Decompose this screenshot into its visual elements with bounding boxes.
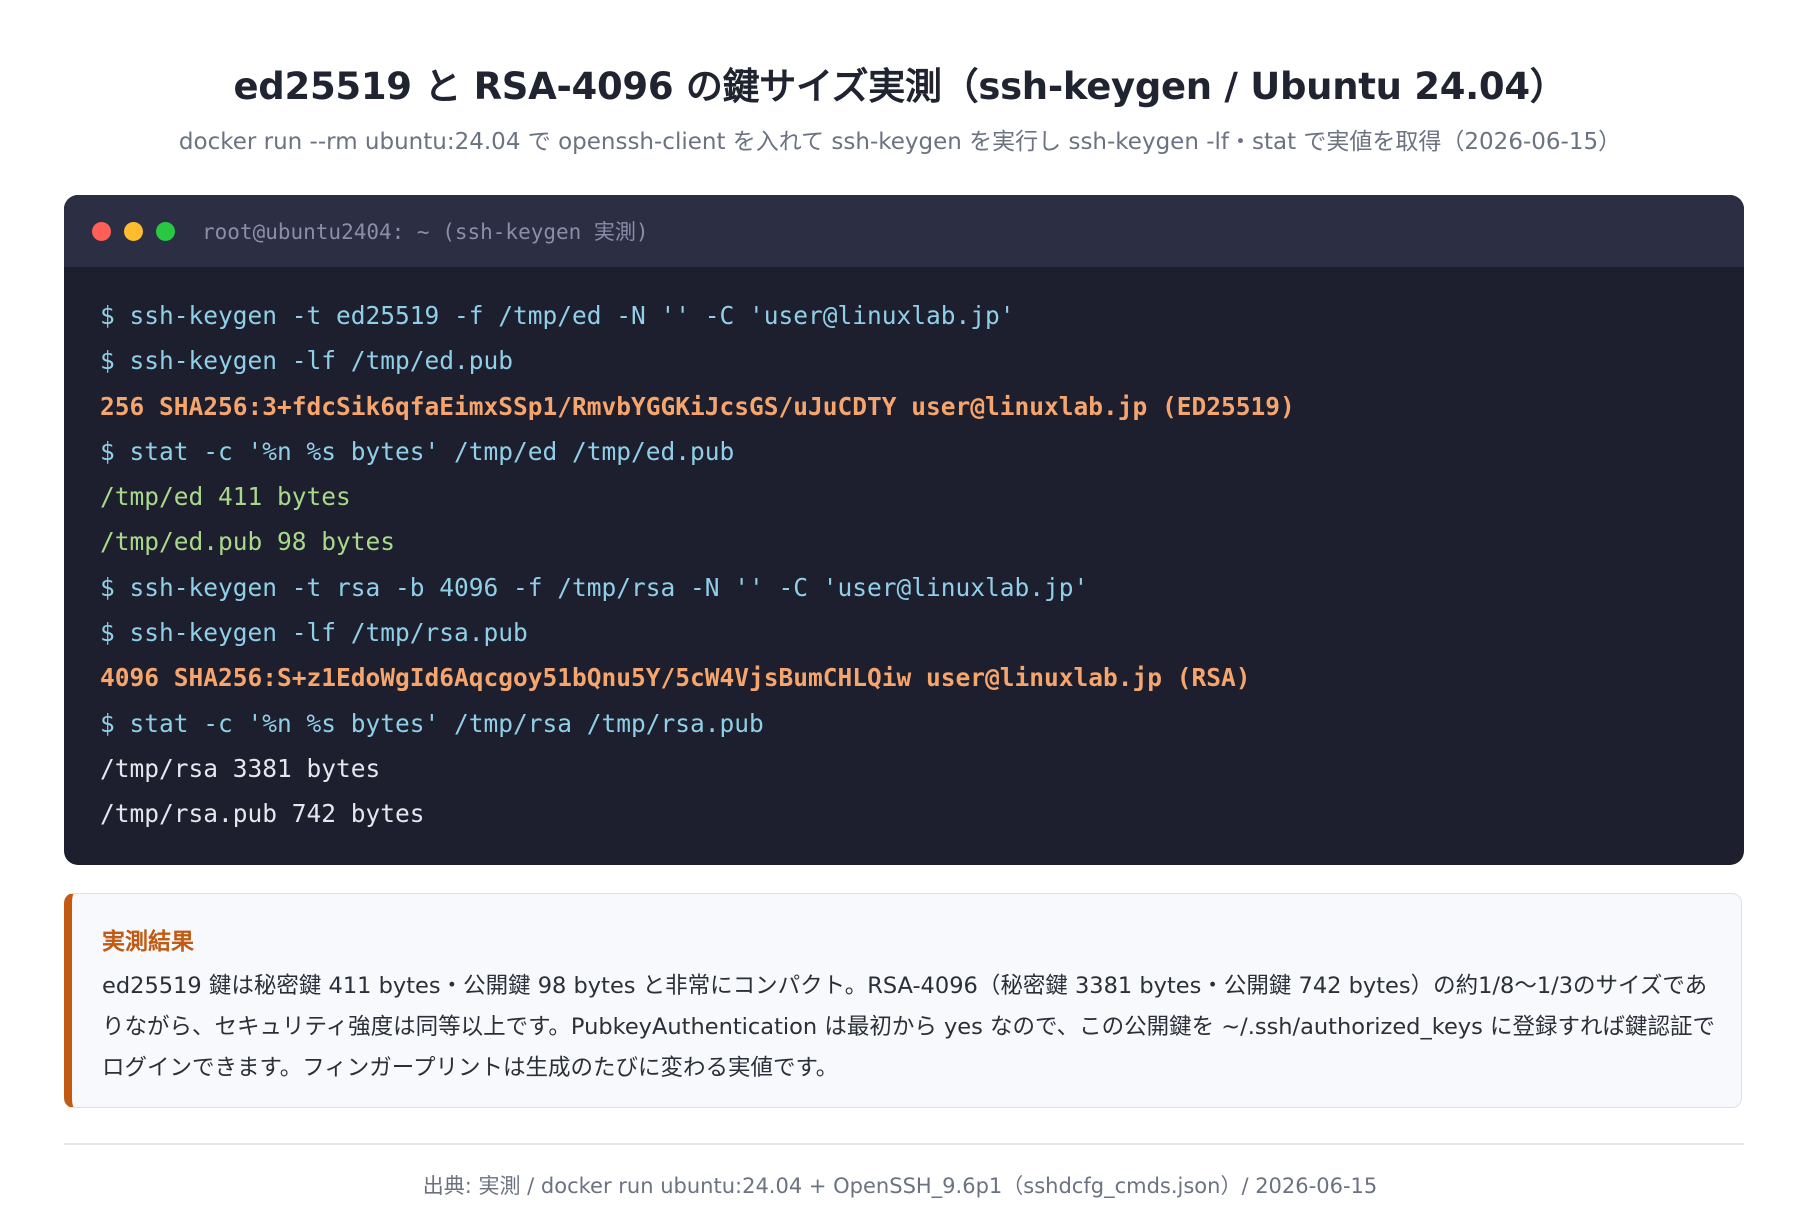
terminal-command-line: $ ssh-keygen -t ed25519 -f /tmp/ed -N ''… bbox=[100, 301, 1015, 330]
close-window-dot-icon[interactable] bbox=[92, 221, 111, 241]
result-callout: 実測結果 ed25519 鍵は秘密鍵 411 bytes・公開鍵 98 byte… bbox=[64, 893, 1742, 1108]
terminal-window-title: root@ubuntu2404: ~ (ssh-keygen 実測) bbox=[202, 220, 649, 244]
page: ed25519 と RSA-4096 の鍵サイズ実測（ssh-keygen / … bbox=[0, 0, 1800, 1232]
terminal-output-line: /tmp/ed.pub 98 bytes bbox=[100, 527, 396, 557]
terminal-output[interactable]: $ ssh-keygen -t ed25519 -f /tmp/ed -N ''… bbox=[64, 267, 1744, 837]
maximize-window-dot-icon[interactable] bbox=[156, 221, 175, 241]
footer-divider bbox=[64, 1143, 1744, 1145]
footer-source: 出典: 実測 / docker run ubuntu:24.04 + OpenS… bbox=[422, 1174, 1378, 1198]
page-title: ed25519 と RSA-4096 の鍵サイズ実測（ssh-keygen / … bbox=[233, 65, 1567, 108]
terminal-output-line: /tmp/ed 411 bytes bbox=[100, 482, 351, 512]
terminal-output-line: /tmp/rsa 3381 bytes bbox=[100, 753, 381, 783]
terminal-command-line: $ stat -c '%n %s bytes' /tmp/ed /tmp/ed.… bbox=[100, 436, 735, 466]
result-text: ed25519 鍵は秘密鍵 411 bytes・公開鍵 98 bytes と非常… bbox=[102, 973, 1715, 1081]
terminal-fingerprint-line: 4096 SHA256:S+z1EdoWgId6Aqcgoy51bQnu5Y/5… bbox=[100, 663, 1251, 693]
terminal-window: root@ubuntu2404: ~ (ssh-keygen 実測) $ ssh… bbox=[64, 195, 1744, 865]
page-subtitle: docker run --rm ubuntu:24.04 で openssh-c… bbox=[178, 129, 1622, 155]
terminal-fingerprint-line: 256 SHA256:3+fdcSik6qfaEimxSSp1/RmvbYGGK… bbox=[100, 391, 1295, 421]
minimize-window-dot-icon[interactable] bbox=[124, 221, 143, 241]
terminal-command-line: $ ssh-keygen -lf /tmp/ed.pub bbox=[100, 346, 514, 376]
terminal-command-line: $ ssh-keygen -t rsa -b 4096 -f /tmp/rsa … bbox=[100, 572, 1089, 602]
terminal-title-bar: root@ubuntu2404: ~ (ssh-keygen 実測) bbox=[64, 195, 1744, 267]
terminal-output-line: /tmp/rsa.pub 742 bytes bbox=[100, 799, 425, 829]
terminal-command-line: $ ssh-keygen -lf /tmp/rsa.pub bbox=[100, 618, 528, 648]
result-label: 実測結果 bbox=[102, 929, 194, 955]
terminal-command-line: $ stat -c '%n %s bytes' /tmp/rsa /tmp/rs… bbox=[100, 708, 764, 738]
